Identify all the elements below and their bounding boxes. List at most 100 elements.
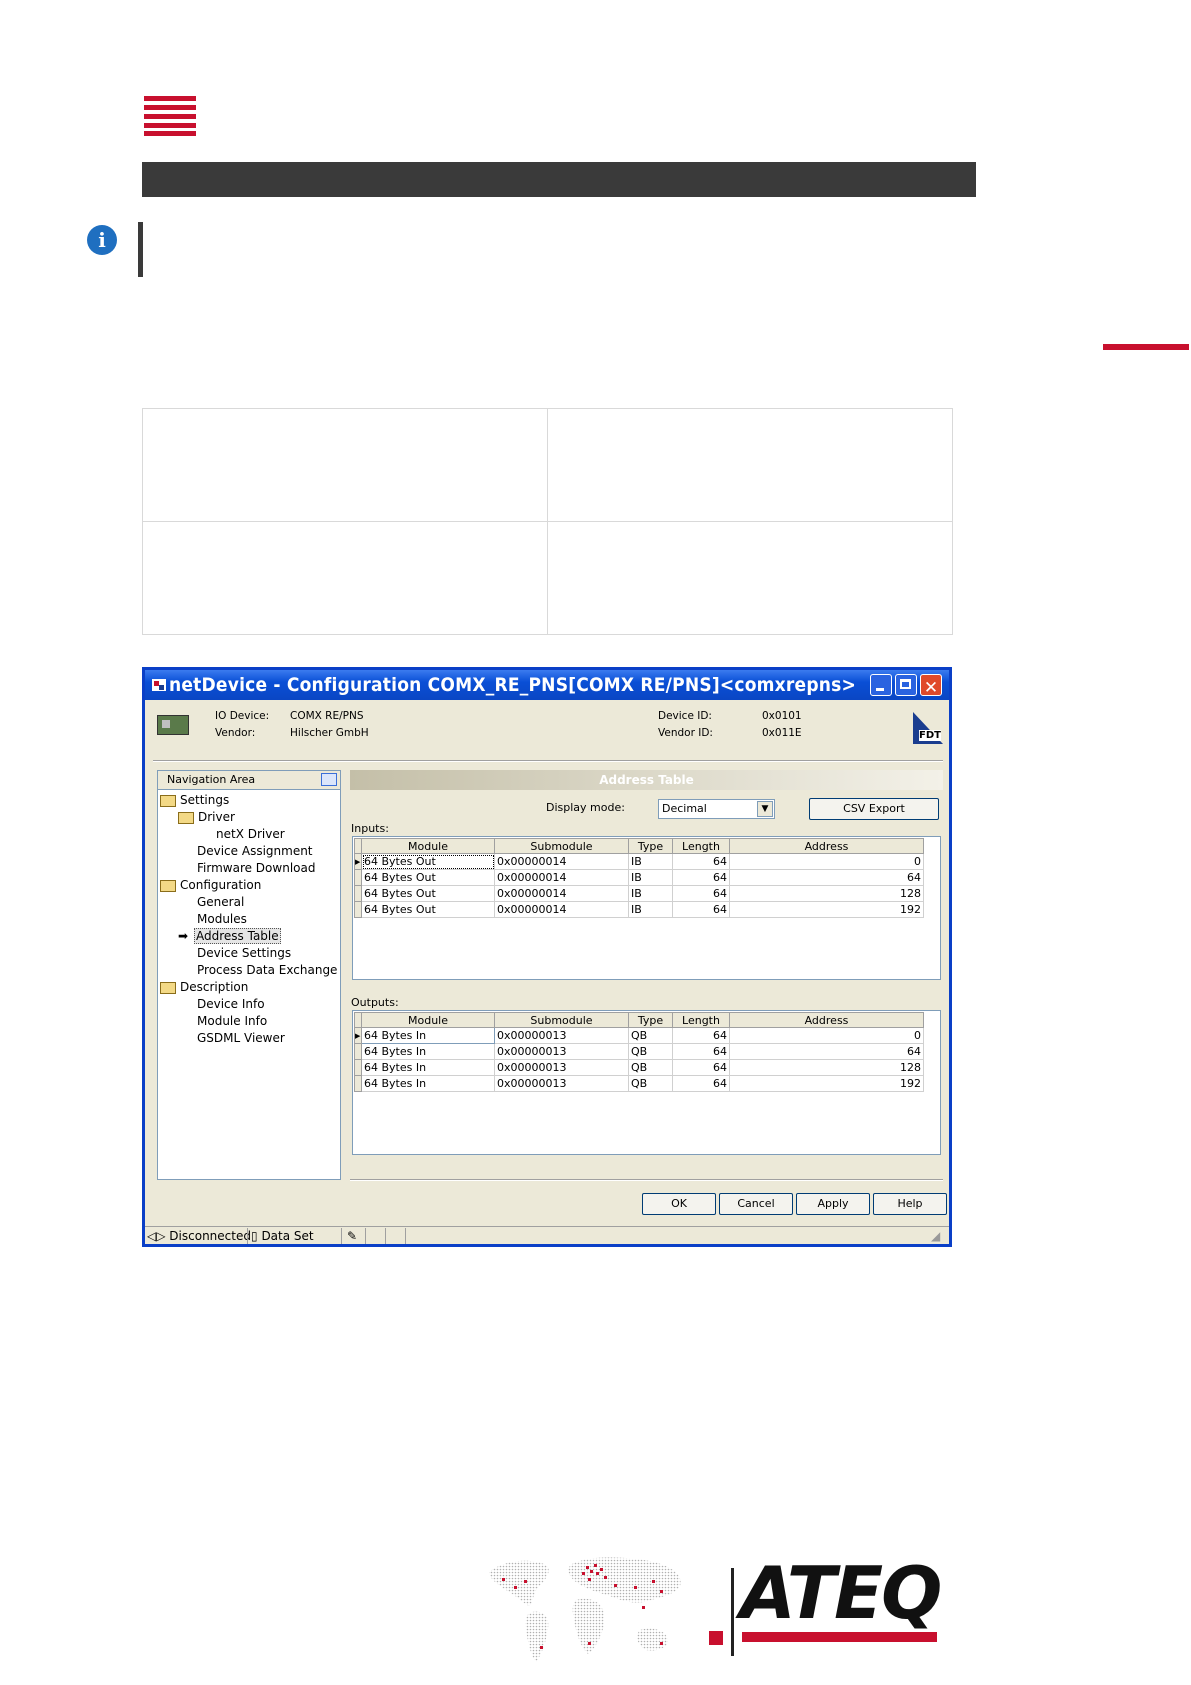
window-title-bar[interactable]: netDevice - Configuration COMX_RE_PNS[CO…: [145, 670, 949, 700]
table-row[interactable]: 64 Bytes In 0x00000013 QB 64 64: [354, 1043, 924, 1060]
tree-item-general[interactable]: General: [197, 894, 244, 911]
column-header[interactable]: Module: [361, 1012, 495, 1028]
address-table-panel: Address Table Display mode: Decimal ▼ CS…: [350, 770, 943, 1178]
outputs-table: Module Submodule Type Length Address ▶ 6…: [352, 1010, 941, 1155]
table-cell: [547, 521, 953, 635]
connection-icon: ◁▷: [147, 1229, 166, 1243]
minimize-button[interactable]: [870, 674, 892, 696]
table-row[interactable]: 64 Bytes In 0x00000013 QB 64 128: [354, 1059, 924, 1076]
section-header-bar: [142, 162, 976, 197]
resize-grip-icon[interactable]: ◢: [931, 1227, 940, 1245]
device-id-label: Device ID:: [658, 710, 712, 722]
row-header-corner: [354, 838, 362, 854]
divider: [153, 760, 943, 762]
arrow-right-icon: ➡: [178, 929, 189, 943]
table-cell: [142, 408, 548, 522]
device-icon: [157, 715, 189, 735]
display-mode-label: Display mode:: [546, 801, 625, 814]
close-button[interactable]: ✕: [920, 674, 942, 698]
app-icon: [152, 679, 166, 691]
info-icon: i: [87, 225, 117, 255]
vendor-label: Vendor:: [215, 727, 256, 739]
device-info-panel: IO Device: COMX RE/PNS Vendor: Hilscher …: [145, 700, 949, 760]
fdt-logo: FDT: [913, 712, 943, 744]
tree-item-firmware-download[interactable]: Firmware Download: [197, 860, 315, 877]
column-header[interactable]: Length: [672, 838, 730, 854]
chevron-down-icon[interactable]: ▼: [757, 801, 773, 817]
table-row[interactable]: ▶ 64 Bytes Out 0x00000014 IB 64 0: [354, 853, 924, 870]
column-header[interactable]: Address: [729, 838, 924, 854]
vendor-id-label: Vendor ID:: [658, 727, 713, 739]
tree-item-modules[interactable]: Modules: [197, 911, 247, 928]
pencil-icon: ✎: [347, 1229, 358, 1243]
logo-accent-square: [709, 1631, 723, 1645]
close-icon: ✕: [923, 678, 939, 698]
inputs-table: Module Submodule Type Length Address ▶ 6…: [352, 836, 941, 980]
table-row[interactable]: ▶ 64 Bytes In 0x00000013 QB 64 0: [354, 1027, 924, 1044]
world-map-graphic: [489, 1557, 681, 1662]
current-row-icon: ▶: [354, 1027, 362, 1044]
table-cell: [142, 521, 548, 635]
outputs-label: Outputs:: [351, 996, 399, 1009]
logo-divider: [731, 1568, 734, 1656]
column-header[interactable]: Module: [361, 838, 495, 854]
tree-item-configuration[interactable]: Configuration: [160, 877, 261, 894]
info-table: [142, 408, 953, 635]
column-header[interactable]: Length: [672, 1012, 730, 1028]
folder-icon: [160, 794, 176, 807]
tree-item-address-table[interactable]: ➡ Address Table: [178, 928, 281, 945]
inputs-label: Inputs:: [351, 822, 389, 835]
menu-icon[interactable]: [144, 96, 196, 136]
tree-item-device-settings[interactable]: Device Settings: [197, 945, 291, 962]
tree-item-driver[interactable]: Driver: [178, 809, 235, 826]
display-mode-select[interactable]: Decimal ▼: [658, 799, 775, 819]
tree-item-process-data-exchange[interactable]: Process Data Exchange: [197, 962, 337, 979]
vendor-value: Hilscher GmbH: [290, 727, 369, 739]
table-row[interactable]: 64 Bytes Out 0x00000014 IB 64 64: [354, 869, 924, 886]
ateq-logo: ATEQ: [740, 1551, 942, 1635]
column-header[interactable]: Address: [729, 1012, 924, 1028]
row-header-corner: [354, 1012, 362, 1028]
page-marker: [1103, 344, 1189, 350]
navigation-header: Navigation Area: [158, 771, 340, 790]
io-device-value: COMX RE/PNS: [290, 710, 364, 722]
tree-item-module-info[interactable]: Module Info: [197, 1013, 267, 1030]
tree-item-netx-driver[interactable]: netX Driver: [216, 826, 285, 843]
folder-icon: [160, 879, 176, 892]
status-bar: ◁▷ Disconnected ▯ Data Set ✎ ◢: [145, 1226, 949, 1245]
tree-item-settings[interactable]: Settings: [160, 792, 229, 809]
divider: [350, 1179, 943, 1181]
data-set-status: ▯ Data Set: [251, 1229, 314, 1243]
window-toggle-icon[interactable]: [321, 773, 337, 786]
io-device-label: IO Device:: [215, 710, 270, 722]
maximize-button[interactable]: [895, 674, 917, 696]
netdevice-window: netDevice - Configuration COMX_RE_PNS[CO…: [142, 667, 952, 1247]
column-header[interactable]: Type: [628, 1012, 673, 1028]
tree-item-description[interactable]: Description: [160, 979, 248, 996]
column-header[interactable]: Submodule: [494, 838, 629, 854]
tree-item-device-assignment[interactable]: Device Assignment: [197, 843, 313, 860]
table-row[interactable]: 64 Bytes Out 0x00000014 IB 64 192: [354, 901, 924, 918]
current-row-icon: ▶: [354, 853, 362, 870]
table-row[interactable]: 64 Bytes In 0x00000013 QB 64 192: [354, 1075, 924, 1092]
vendor-id-value: 0x011E: [762, 727, 802, 739]
logo-underline: [742, 1632, 937, 1642]
ok-button[interactable]: OK: [642, 1193, 716, 1215]
cancel-button[interactable]: Cancel: [719, 1193, 793, 1215]
folder-icon: [178, 811, 194, 824]
connection-status: ◁▷ Disconnected: [147, 1229, 251, 1243]
help-button[interactable]: Help: [873, 1193, 947, 1215]
table-row[interactable]: 64 Bytes Out 0x00000014 IB 64 128: [354, 885, 924, 902]
navigation-area: Navigation Area Settings Driver netX Dri…: [157, 770, 341, 1180]
csv-export-button[interactable]: CSV Export: [809, 798, 939, 820]
tree-item-gsdml-viewer[interactable]: GSDML Viewer: [197, 1030, 285, 1047]
tree-item-device-info[interactable]: Device Info: [197, 996, 265, 1013]
table-cell: [547, 408, 953, 522]
database-icon: ▯: [251, 1229, 258, 1243]
panel-title: Address Table: [350, 770, 943, 790]
window-title: netDevice - Configuration COMX_RE_PNS[CO…: [169, 674, 857, 696]
column-header[interactable]: Type: [628, 838, 673, 854]
apply-button[interactable]: Apply: [796, 1193, 870, 1215]
folder-icon: [160, 981, 176, 994]
column-header[interactable]: Submodule: [494, 1012, 629, 1028]
